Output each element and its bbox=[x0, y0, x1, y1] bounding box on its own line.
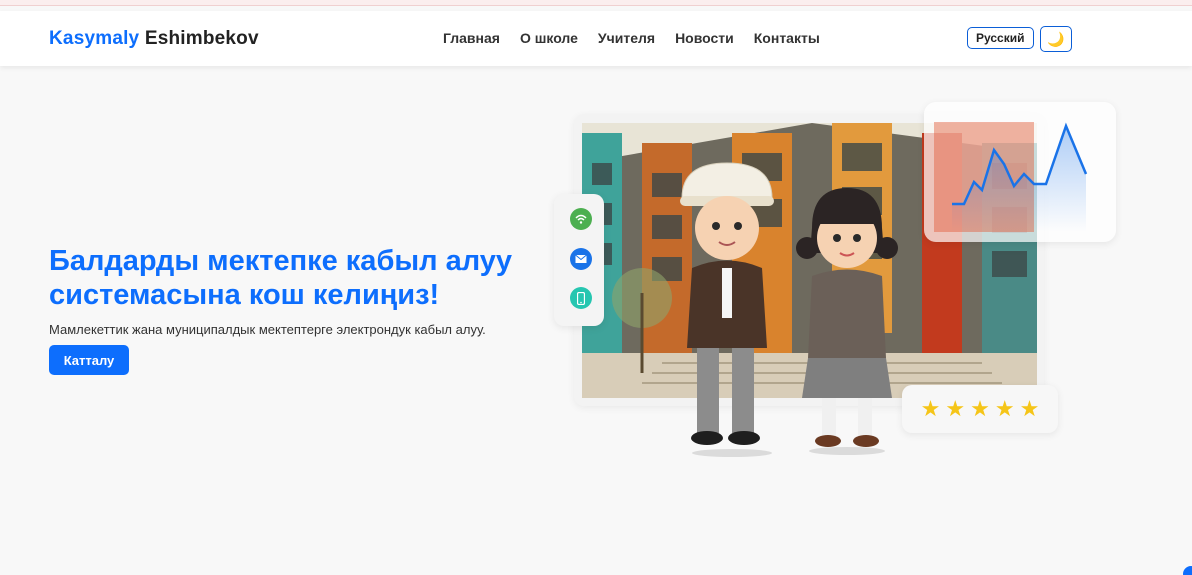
star-icon: ★ bbox=[994, 396, 1015, 421]
star-icon: ★ bbox=[920, 396, 941, 421]
nav-home[interactable]: Главная bbox=[443, 30, 500, 46]
nav-contacts[interactable]: Контакты bbox=[754, 30, 820, 46]
star-icon: ★ bbox=[970, 396, 990, 421]
nav-news[interactable]: Новости bbox=[675, 30, 734, 46]
side-icons-panel bbox=[554, 194, 604, 326]
star-icon: ★ bbox=[945, 396, 966, 421]
hero-illustration: ★ ★ ★ ★ ★ bbox=[552, 98, 1122, 468]
register-button[interactable]: Катталу bbox=[49, 345, 129, 375]
wifi-icon bbox=[570, 208, 592, 230]
theme-toggle-button[interactable]: 🌙 bbox=[1040, 26, 1072, 52]
hero-title: Балдарды мектепке кабыл алуу системасына… bbox=[49, 245, 513, 311]
moon-icon: 🌙 bbox=[1047, 30, 1065, 47]
nav-about-school[interactable]: О школе bbox=[520, 30, 578, 46]
brand-first-name: Kasymaly bbox=[49, 28, 140, 49]
students-figures bbox=[672, 158, 902, 458]
main-nav: Главная О школе Учителя Новости Контакты bbox=[443, 30, 820, 46]
hero-subtitle: Мамлекеттик жана муниципалдык мектептерг… bbox=[49, 322, 486, 337]
chart-card bbox=[924, 102, 1116, 242]
scroll-to-top-button[interactable] bbox=[1183, 566, 1192, 575]
navbar: Kasymaly Eshimbekov Главная О школе Учит… bbox=[0, 11, 1192, 66]
language-button[interactable]: Русский bbox=[967, 27, 1034, 49]
star-icon: ★ bbox=[1019, 396, 1040, 421]
top-strip bbox=[0, 0, 1192, 6]
mail-icon bbox=[570, 248, 592, 270]
brand-last-name: Eshimbekov bbox=[144, 28, 259, 49]
phone-icon bbox=[570, 287, 592, 309]
brand-logo[interactable]: Kasymaly Eshimbekov bbox=[49, 28, 259, 50]
nav-teachers[interactable]: Учителя bbox=[598, 30, 655, 46]
rating-stars-card: ★ ★ ★ ★ ★ bbox=[902, 385, 1058, 433]
